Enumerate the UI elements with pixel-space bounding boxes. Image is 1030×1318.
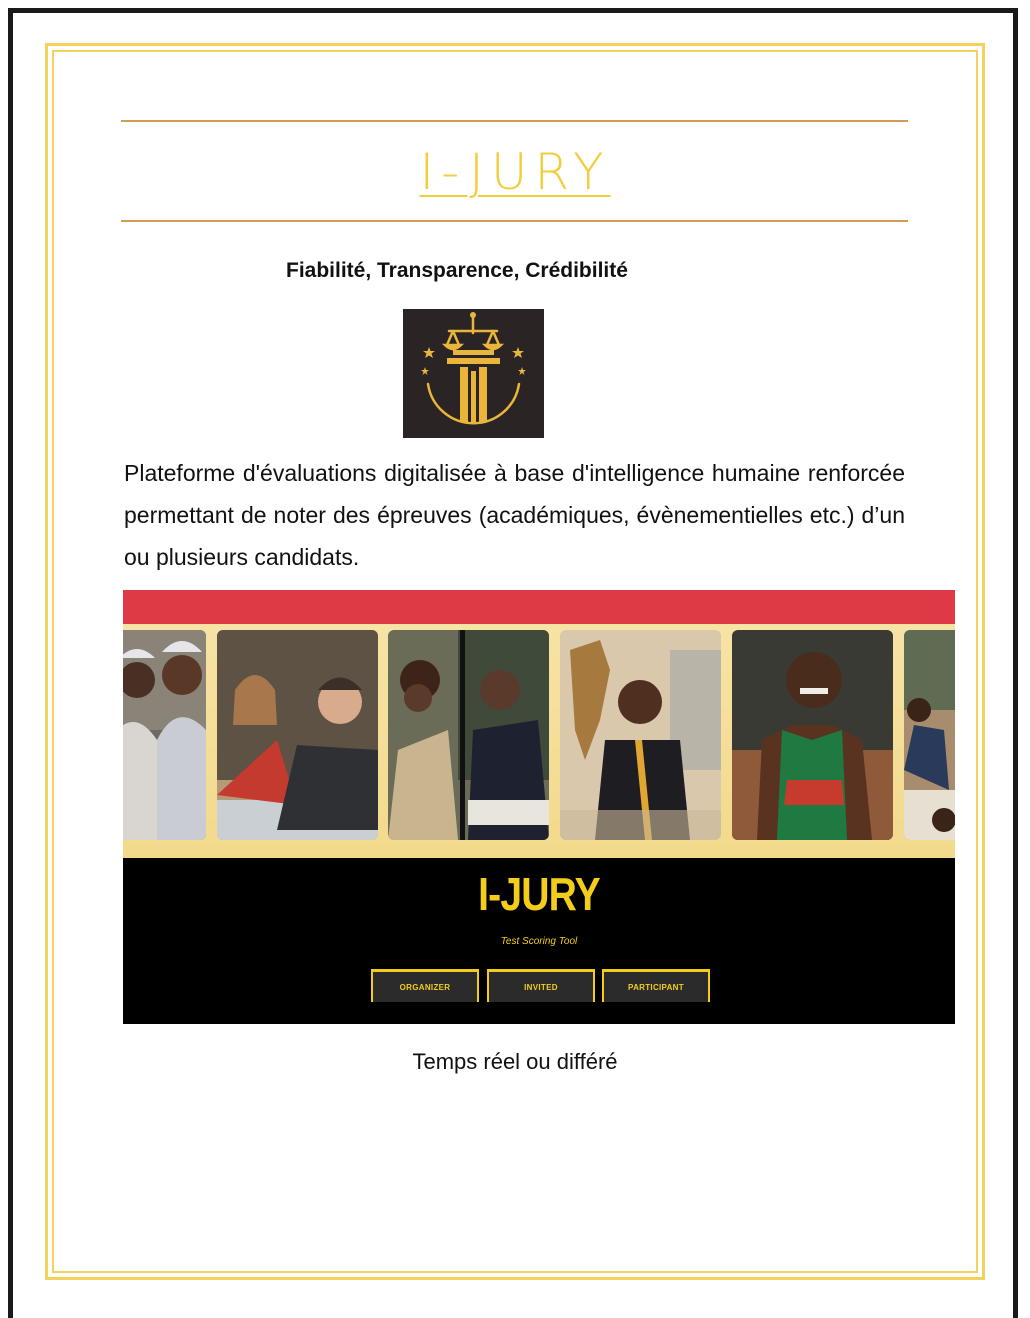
- app-banner-image: I-JURY Test Scoring Tool ORGANIZER INVIT…: [123, 590, 955, 1024]
- tagline: Fiabilité, Transparence, Crédibilité: [286, 259, 628, 282]
- athlete-photo: [732, 630, 893, 840]
- title-rule-bottom: [121, 220, 908, 222]
- exam-room-photo: [904, 630, 955, 840]
- banner-subtitle: Test Scoring Tool: [500, 936, 578, 947]
- candidate-in-suit-photo: [560, 630, 721, 840]
- jury-panel-photo: [217, 630, 378, 840]
- scales-icon: [421, 312, 526, 425]
- organizer-button[interactable]: ORGANIZER: [371, 969, 479, 1002]
- title-rule-top: [121, 120, 908, 122]
- banner-logo-text: I-JURY: [478, 868, 600, 920]
- pageant-winners-photo: [123, 630, 206, 840]
- students-and-judges-photo: [388, 630, 549, 840]
- participant-button[interactable]: PARTICIPANT: [602, 969, 710, 1002]
- image-caption: Temps réel ou différé: [412, 1049, 618, 1074]
- photo-strip: [123, 624, 955, 858]
- scales-of-justice-logo: [403, 309, 544, 438]
- banner-red-band: [123, 590, 955, 624]
- invited-button[interactable]: INVITED: [487, 969, 595, 1002]
- platform-description: Plateforme d'évaluations digitalisée à b…: [124, 460, 905, 570]
- document-title: I-JURY: [419, 143, 611, 201]
